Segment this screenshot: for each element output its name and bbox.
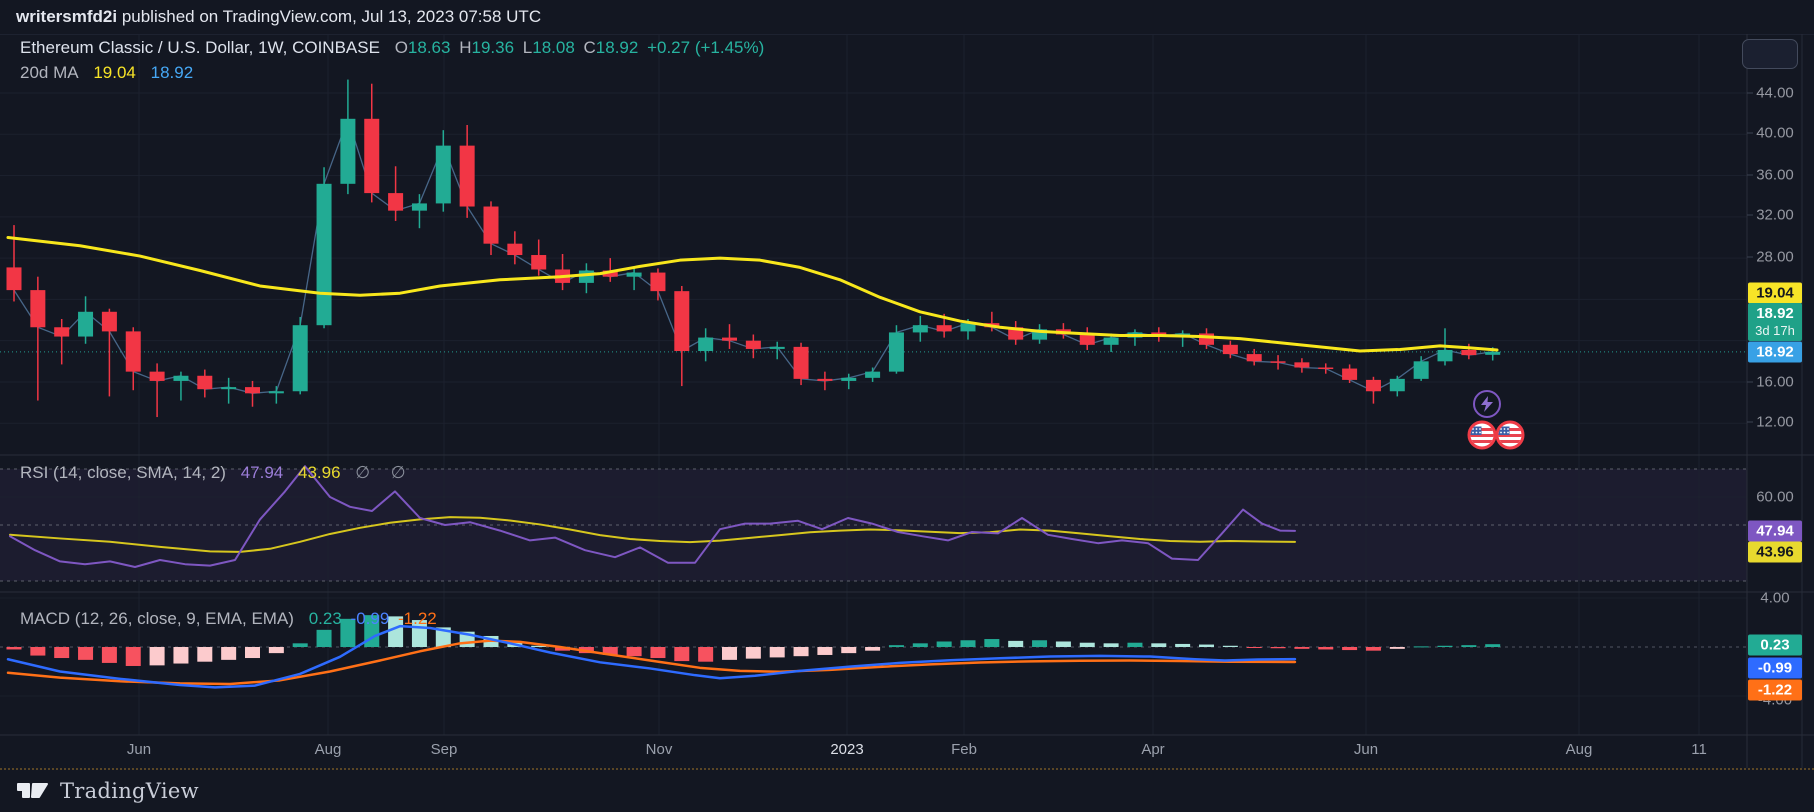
close-label: C	[584, 38, 596, 57]
macd-axis-badge: -0.99	[1748, 658, 1802, 679]
high-value: 19.36	[471, 38, 514, 57]
ma-legend: 20d MA 19.04 18.92	[20, 63, 193, 83]
macd-hist-value: 0.23	[309, 609, 342, 628]
rsi-value: 47.94	[241, 463, 284, 482]
time-axis-label: Nov	[646, 741, 673, 758]
axis-tick-label: 44.00	[1748, 85, 1802, 102]
rsi-legend: RSI (14, close, SMA, 14, 2) 47.94 43.96 …	[20, 463, 414, 483]
low-label: L	[523, 38, 532, 57]
axis-tick-label: 40.00	[1748, 125, 1802, 142]
countdown-timer: 3d 17h	[1748, 322, 1802, 339]
lightning-event-icon[interactable]	[1473, 390, 1501, 418]
chart-canvas[interactable]	[0, 0, 1814, 778]
tradingview-snapshot-page: writersmfd2i published on TradingView.co…	[0, 0, 1814, 812]
axis-tick-label: 28.00	[1748, 249, 1802, 266]
macd-axis-badge: -1.22	[1748, 680, 1802, 701]
time-axis-label: Jun	[127, 741, 151, 758]
price-legend: Ethereum Classic / U.S. Dollar, 1W, COIN…	[20, 38, 764, 58]
time-axis-label: Feb	[951, 741, 977, 758]
time-axis-label: Aug	[1566, 741, 1593, 758]
time-axis-label: Aug	[315, 741, 342, 758]
rsi-empty-values: ∅ ∅	[355, 463, 413, 482]
open-label: O	[395, 38, 408, 57]
axis-tick-label: 12.00	[1748, 414, 1802, 431]
tradingview-logo-icon[interactable]	[16, 778, 50, 804]
time-axis-label: Sep	[431, 741, 458, 758]
time-axis-label: Jun	[1354, 741, 1378, 758]
us-flag-icon	[1467, 420, 1497, 450]
ma-label[interactable]: 20d MA	[20, 63, 79, 82]
low-value: 18.08	[532, 38, 575, 57]
axis-tick-label: 60.00	[1748, 489, 1802, 506]
close-value: 18.92	[596, 38, 639, 57]
us-flag-event-icon[interactable]	[1467, 420, 1497, 450]
macd-title[interactable]: MACD (12, 26, close, 9, EMA, EMA)	[20, 609, 294, 628]
high-label: H	[459, 38, 471, 57]
price-axis-badge: 18.92	[1748, 342, 1802, 363]
lightning-bolt-icon	[1480, 396, 1494, 412]
axis-tick-label: 4.00	[1748, 590, 1802, 607]
macd-legend: MACD (12, 26, close, 9, EMA, EMA) 0.23 -…	[20, 609, 437, 629]
open-value: 18.63	[408, 38, 451, 57]
symbol-title[interactable]: Ethereum Classic / U.S. Dollar, 1W, COIN…	[20, 38, 380, 57]
axis-settings-button[interactable]	[1742, 39, 1798, 69]
ma-close-value: 18.92	[151, 63, 194, 82]
price-axis-badge: 18.923d 17h	[1748, 303, 1802, 341]
tradingview-wordmark[interactable]: TradingView	[60, 779, 199, 803]
rsi-axis-badge: 43.96	[1748, 542, 1802, 563]
time-axis-label: 11	[1691, 741, 1707, 758]
macd-signal-value: -1.22	[398, 609, 437, 628]
time-axis-label: Apr	[1141, 741, 1164, 758]
footer-bar: TradingView	[0, 768, 1814, 812]
rsi-ma-value: 43.96	[298, 463, 341, 482]
macd-line-value: -0.99	[351, 609, 390, 628]
macd-axis-badge: 0.23	[1748, 635, 1802, 656]
price-axis-badge: 19.04	[1748, 283, 1802, 304]
axis-tick-label: 16.00	[1748, 374, 1802, 391]
rsi-axis-badge: 47.94	[1748, 521, 1802, 542]
time-axis-label: 2023	[830, 741, 863, 758]
axis-tick-label: 36.00	[1748, 167, 1802, 184]
axis-tick-label: 32.00	[1748, 207, 1802, 224]
rsi-title[interactable]: RSI (14, close, SMA, 14, 2)	[20, 463, 226, 482]
us-flag-event-icon[interactable]	[1495, 420, 1525, 450]
us-flag-icon	[1495, 420, 1525, 450]
change-value: +0.27 (+1.45%)	[647, 38, 764, 57]
ma-value: 19.04	[93, 63, 136, 82]
